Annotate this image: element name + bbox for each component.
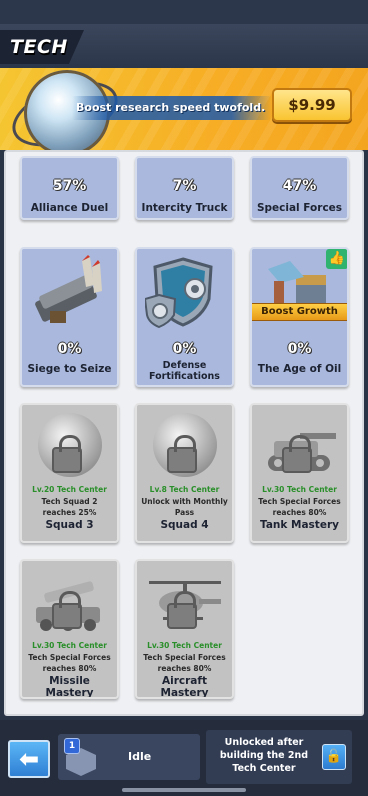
unlock-requirement: Tech Squad 2 reaches 25% (41, 497, 98, 517)
level-requirement: Lv.20 Tech Center (32, 485, 107, 494)
tech-percent: 0% (172, 341, 197, 357)
status-bar (0, 0, 368, 24)
unlock-requirement: Tech Special Forces reaches 80% (258, 497, 341, 517)
slot-status: Idle (128, 750, 152, 763)
buy-button[interactable]: $9.99 (272, 88, 352, 122)
padlock-icon (167, 435, 197, 473)
tech-percent: 0% (287, 341, 312, 357)
tech-percent: 47% (282, 178, 317, 194)
lock-icon[interactable]: 🔓 (322, 744, 346, 770)
tech-card-intercity-truck[interactable]: 7% Intercity Truck (135, 156, 234, 220)
thumbs-up-icon[interactable]: 👍 (326, 249, 347, 269)
tech-name: Aircraft Mastery (160, 675, 209, 699)
unlock-requirement: Tech Special Forces reaches 80% (143, 653, 226, 673)
research-slot-1[interactable]: 1 Idle (58, 734, 200, 780)
bottom-bar: ⬅ 1 Idle Unlocked after building the 2nd… (0, 720, 368, 796)
slot-number-badge: 1 (64, 738, 80, 754)
tech-percent: 57% (52, 178, 87, 194)
tech-percent: 0% (57, 341, 82, 357)
tech-name: Defense Fortifications (149, 360, 220, 382)
tech-name: The Age of Oil (257, 363, 342, 375)
tech-card-aircraft-mastery[interactable]: Lv.30 Tech Center Tech Special Forces re… (135, 559, 234, 699)
padlock-icon (52, 591, 82, 629)
tech-name: Squad 3 (45, 519, 94, 531)
padlock-icon (52, 435, 82, 473)
tech-name: Tank Mastery (260, 519, 339, 531)
tech-panel[interactable]: 57% Alliance Duel 7% Intercity Truck 47%… (4, 150, 364, 716)
boost-banner[interactable]: Boost research speed twofold. $9.99 (0, 68, 368, 150)
tech-card-alliance-duel[interactable]: 57% Alliance Duel (20, 156, 119, 220)
level-requirement: Lv.30 Tech Center (262, 485, 337, 494)
level-requirement: Lv.30 Tech Center (147, 641, 222, 650)
padlock-icon (282, 435, 312, 473)
tech-card-age-of-oil[interactable]: 👍 Boost Growth 0% The Age of Oil (250, 247, 349, 387)
tech-card-special-forces[interactable]: 47% Special Forces (250, 156, 349, 220)
shield-gear-icon (145, 255, 224, 331)
level-requirement: Lv.8 Tech Center (149, 485, 220, 494)
home-indicator[interactable] (122, 788, 246, 792)
tech-name: Special Forces (256, 202, 343, 214)
unlock-requirement: Unlock with Monthly Pass (141, 497, 228, 517)
tech-card-tank-mastery[interactable]: Lv.30 Tech Center Tech Special Forces re… (250, 403, 349, 543)
tech-card-defense-fortifications[interactable]: 0% Defense Fortifications (135, 247, 234, 387)
boost-growth-ribbon: Boost Growth (252, 303, 347, 321)
boost-growth-label: Boost Growth (261, 306, 338, 317)
header: TECH (0, 24, 368, 68)
tech-name: Alliance Duel (30, 202, 109, 214)
missile-launcher-icon (30, 255, 109, 331)
slot-unlock-text: Unlocked after building the 2nd Tech Cen… (219, 737, 309, 774)
level-requirement: Lv.30 Tech Center (32, 641, 107, 650)
unlock-requirement: Tech Special Forces reaches 80% (28, 653, 111, 673)
back-arrow-icon: ⬅ (18, 745, 40, 773)
page-title: TECH (10, 36, 68, 58)
promo-text: Boost research speed twofold. (76, 101, 266, 114)
tech-card-siege-to-seize[interactable]: 0% Siege to Seize (20, 247, 119, 387)
research-slot-2[interactable]: Unlocked after building the 2nd Tech Cen… (206, 730, 352, 784)
padlock-icon (167, 591, 197, 629)
price-label: $9.99 (288, 96, 336, 114)
tech-name: Squad 4 (160, 519, 209, 531)
tech-card-squad-4[interactable]: Lv.8 Tech Center Unlock with Monthly Pas… (135, 403, 234, 543)
tech-percent: 7% (172, 178, 197, 194)
tech-name: Missile Mastery (45, 675, 94, 699)
tech-card-squad-3[interactable]: Lv.20 Tech Center Tech Squad 2 reaches 2… (20, 403, 119, 543)
tech-card-missile-mastery[interactable]: Lv.30 Tech Center Tech Special Forces re… (20, 559, 119, 699)
tech-name: Siege to Seize (27, 363, 112, 375)
tech-name: Intercity Truck (141, 202, 228, 214)
back-button[interactable]: ⬅ (8, 740, 50, 778)
